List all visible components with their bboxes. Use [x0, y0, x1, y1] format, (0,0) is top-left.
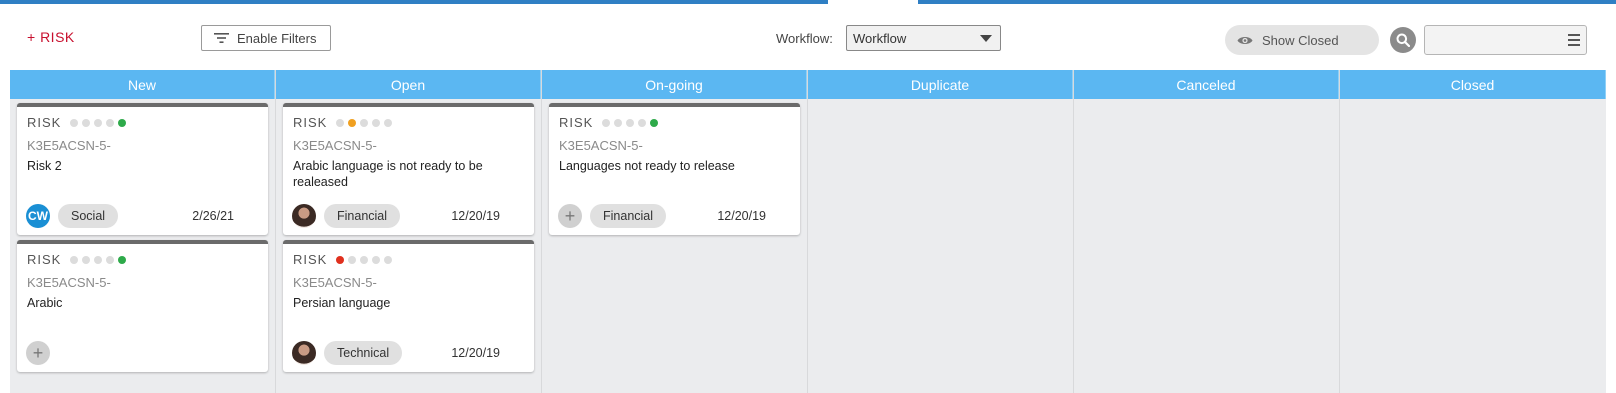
- status-dots: [70, 255, 130, 264]
- risk-card[interactable]: RISK K3E5ACSN-5- Risk 2 CW Social 2/26/2…: [17, 103, 268, 235]
- workflow-select-value: Workflow: [853, 31, 907, 46]
- status-dot-active: [118, 255, 127, 264]
- category-tag: Financial: [324, 204, 401, 228]
- search-icon: [1396, 33, 1410, 47]
- status-dots: [336, 255, 396, 264]
- status-dot-active: [348, 118, 357, 127]
- caret-down-icon: [980, 35, 992, 42]
- workflow-select[interactable]: Workflow: [846, 25, 1001, 51]
- column-header: Canceled: [1074, 70, 1339, 99]
- card-title: Languages not ready to release: [559, 159, 735, 173]
- card-title: Arabic: [27, 296, 63, 310]
- card-title: Persian language: [293, 296, 391, 310]
- search-input[interactable]: [1424, 25, 1587, 55]
- workflow-label: Workflow:: [776, 31, 833, 46]
- status-dot-active: [336, 255, 345, 264]
- card-type: RISK: [293, 115, 328, 130]
- add-assignee-icon[interactable]: +: [26, 341, 50, 365]
- card-type: RISK: [27, 115, 62, 130]
- card-id: K3E5ACSN-5-: [27, 138, 111, 153]
- card-type: RISK: [27, 252, 62, 267]
- column-header: New: [10, 70, 275, 99]
- risk-card[interactable]: RISK K3E5ACSN-5- Arabic +: [17, 240, 268, 372]
- add-risk-button[interactable]: + RISK: [27, 29, 75, 45]
- card-id: K3E5ACSN-5-: [559, 138, 643, 153]
- risk-card[interactable]: RISK K3E5ACSN-5- Arabic language is not …: [283, 103, 534, 235]
- status-dots: [70, 118, 130, 127]
- show-closed-toggle[interactable]: Show Closed: [1225, 25, 1379, 55]
- card-title: Arabic language is not ready to be reale…: [293, 159, 483, 189]
- column-header: Duplicate: [808, 70, 1073, 99]
- column-open: Open RISK K3E5ACSN-5- Arabic language is…: [276, 70, 542, 393]
- card-id: K3E5ACSN-5-: [293, 275, 377, 290]
- column-canceled: Canceled: [1074, 70, 1340, 393]
- card-type: RISK: [293, 252, 328, 267]
- add-assignee-icon[interactable]: +: [558, 204, 582, 228]
- card-id: K3E5ACSN-5-: [27, 275, 111, 290]
- kanban-board: New RISK K3E5ACSN-5- Risk 2 CW Social 2/…: [10, 70, 1606, 393]
- card-date: 12/20/19: [717, 209, 766, 223]
- column-duplicate: Duplicate: [808, 70, 1074, 393]
- status-dot-active: [650, 118, 659, 127]
- toolbar: + RISK Enable Filters Workflow: Workflow…: [0, 4, 1616, 70]
- column-closed: Closed: [1340, 70, 1606, 393]
- avatar[interactable]: [292, 341, 316, 365]
- category-tag: Technical: [324, 341, 403, 365]
- risk-card[interactable]: RISK K3E5ACSN-5- Persian language Techni…: [283, 240, 534, 372]
- card-date: 2/26/21: [192, 209, 234, 223]
- status-dots: [336, 118, 396, 127]
- show-closed-label: Show Closed: [1262, 32, 1339, 48]
- column-on-going: On-going RISK K3E5ACSN-5- Languages not …: [542, 70, 808, 393]
- filter-icon: [214, 33, 229, 43]
- category-tag: Financial: [590, 204, 667, 228]
- column-header: On-going: [542, 70, 807, 99]
- eye-icon: [1237, 36, 1253, 44]
- avatar[interactable]: CW: [26, 204, 50, 228]
- card-date: 12/20/19: [451, 346, 500, 360]
- status-dot-active: [118, 118, 127, 127]
- status-dots: [602, 118, 662, 127]
- search-button[interactable]: [1390, 27, 1416, 53]
- risk-card[interactable]: RISK K3E5ACSN-5- Languages not ready to …: [549, 103, 800, 235]
- avatar[interactable]: [292, 204, 316, 228]
- enable-filters-button[interactable]: Enable Filters: [201, 25, 331, 51]
- card-title: Risk 2: [27, 159, 62, 173]
- column-header: Open: [276, 70, 541, 99]
- column-header: Closed: [1340, 70, 1606, 99]
- card-date: 12/20/19: [451, 209, 500, 223]
- enable-filters-label: Enable Filters: [237, 30, 317, 46]
- column-new: New RISK K3E5ACSN-5- Risk 2 CW Social 2/…: [10, 70, 276, 393]
- category-tag: Social: [58, 204, 119, 228]
- menu-icon[interactable]: [1568, 34, 1580, 49]
- card-type: RISK: [559, 115, 594, 130]
- card-id: K3E5ACSN-5-: [293, 138, 377, 153]
